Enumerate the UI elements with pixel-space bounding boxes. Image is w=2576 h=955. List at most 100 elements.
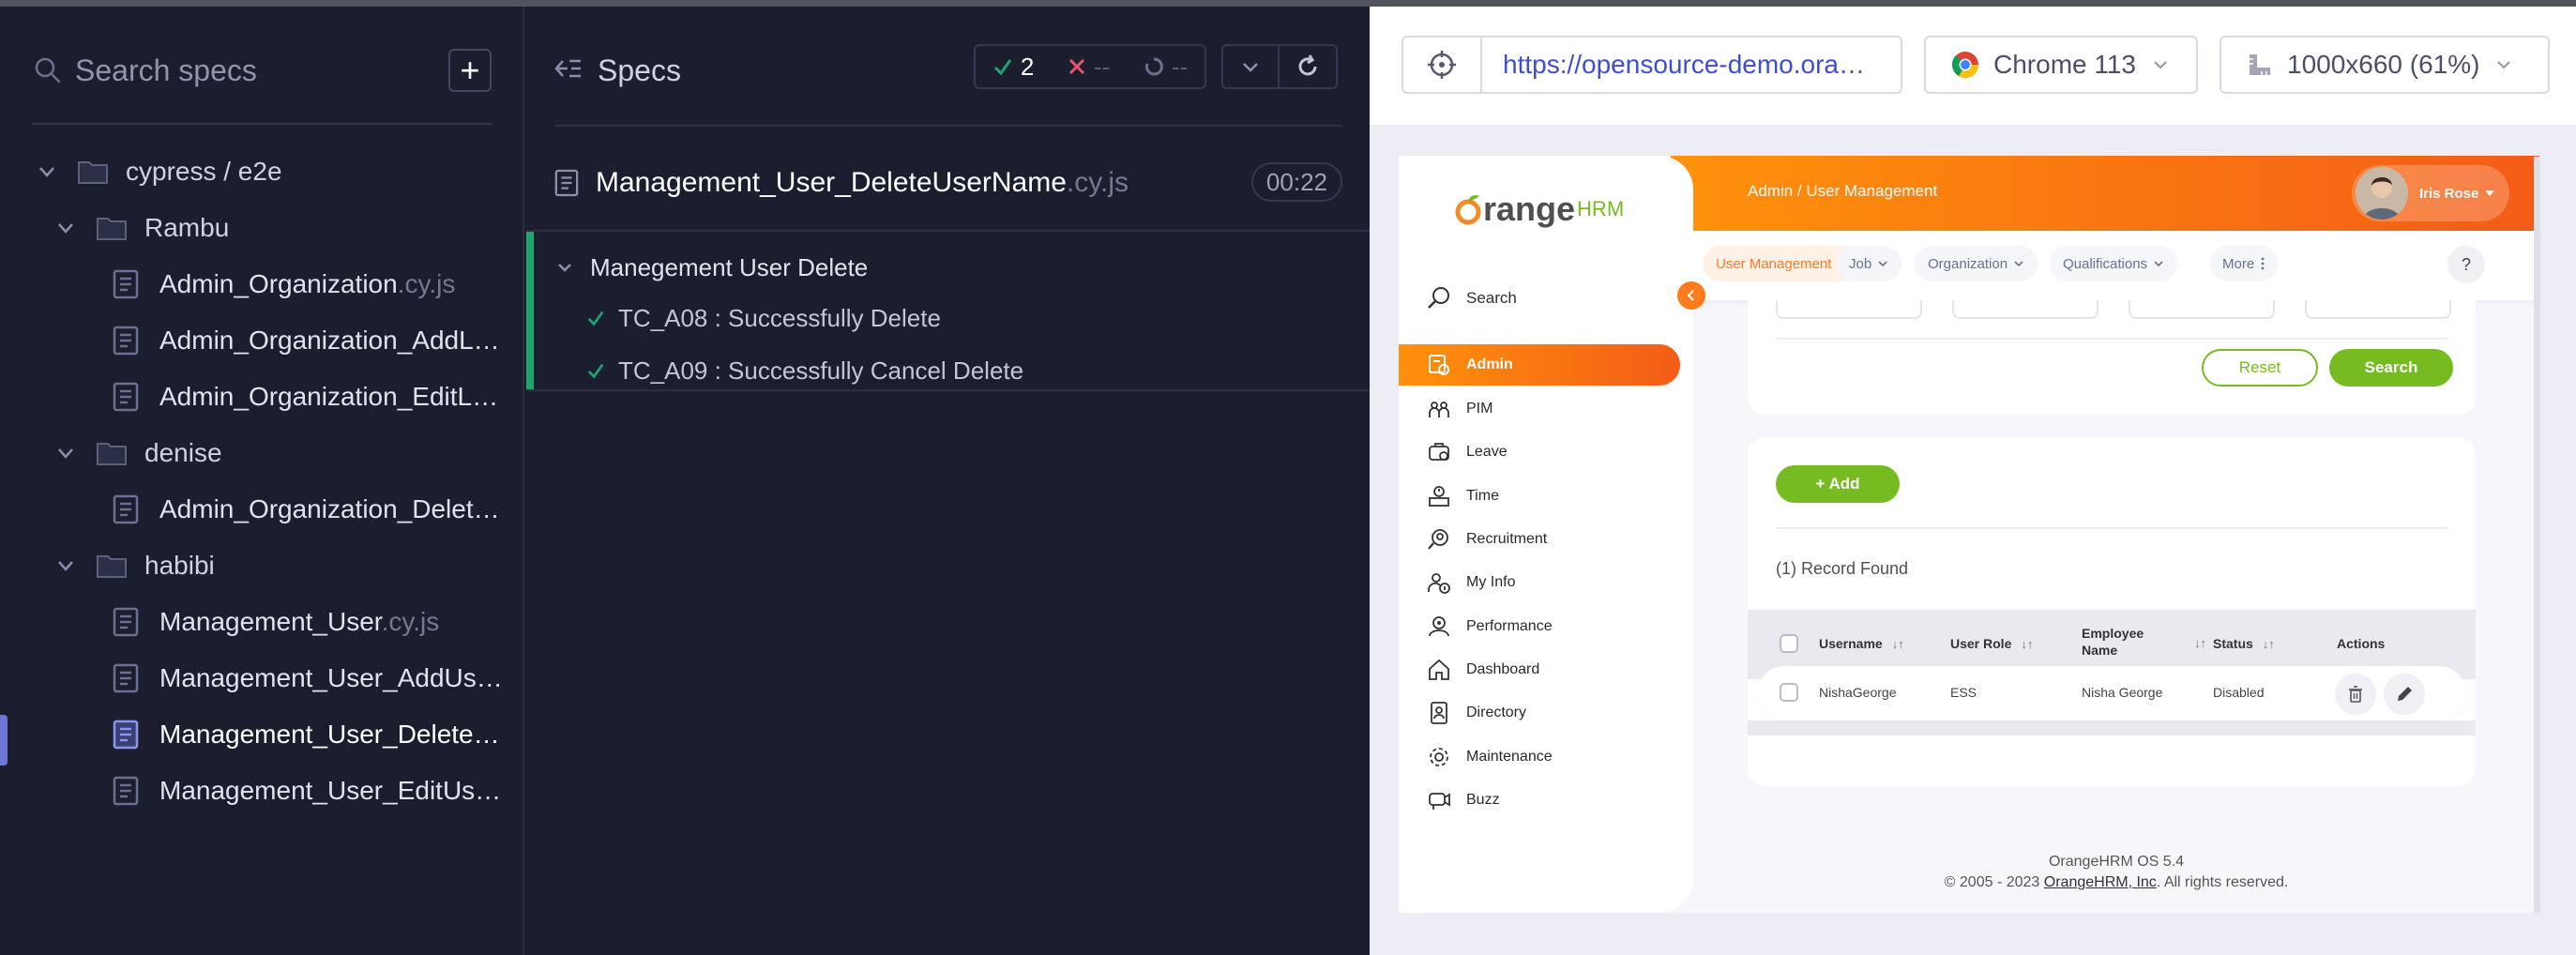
tree-file[interactable]: Management_User_AddUs… bbox=[113, 652, 503, 705]
tree-file[interactable]: Admin_Organization_EditL… bbox=[113, 371, 498, 423]
chevron-down-icon bbox=[34, 159, 60, 185]
tree-file-label: Admin_Organization_EditL… bbox=[159, 382, 499, 411]
user-dropdown[interactable]: Iris Rose bbox=[2352, 165, 2509, 221]
select-all-checkbox[interactable] bbox=[1780, 634, 1798, 653]
collapse-specs-icon[interactable] bbox=[554, 56, 583, 85]
running-spec: Management_User_DeleteUserName.cy.js 00:… bbox=[554, 157, 1342, 209]
tree-file-active[interactable]: Management_User_Delete… bbox=[113, 708, 500, 761]
reset-button[interactable]: Reset bbox=[2202, 349, 2318, 387]
active-spec-indicator bbox=[0, 715, 8, 766]
help-button[interactable]: ? bbox=[2447, 246, 2485, 283]
filter-status-select[interactable] bbox=[2305, 300, 2451, 319]
filter-username-field[interactable] bbox=[1776, 300, 1922, 319]
sidebar-item-admin[interactable]: Admin bbox=[1399, 344, 1680, 386]
filter-employee-field[interactable] bbox=[2129, 300, 2275, 319]
viewport-label: 1000x660 (61%) bbox=[2287, 50, 2480, 79]
folder-icon bbox=[77, 159, 109, 185]
sidebar-item-leave[interactable]: Leave bbox=[1399, 432, 1680, 473]
pending-icon bbox=[1144, 57, 1163, 76]
viewport-select[interactable]: 1000x660 (61%) bbox=[2220, 36, 2550, 94]
failed-count: -- bbox=[1068, 53, 1110, 82]
sidebar-item-maintenance[interactable]: Maintenance bbox=[1399, 736, 1680, 778]
test-row[interactable]: TC_A09 : Successfully Cancel Delete bbox=[586, 352, 1023, 389]
tree-file-label: Management_User_AddUs… bbox=[159, 663, 503, 692]
expand-collapse-button[interactable] bbox=[1221, 44, 1280, 89]
browser-select[interactable]: Chrome 113 bbox=[1924, 36, 2198, 94]
footer-version: OrangeHRM OS 5.4 bbox=[2048, 854, 2185, 870]
chevron-down-icon bbox=[1243, 63, 1258, 72]
test-title: TC_A08 : Successfully Delete bbox=[618, 303, 941, 332]
sidebar-collapse-button[interactable] bbox=[1677, 281, 1705, 310]
tab-qualifications[interactable]: Qualifications bbox=[2050, 246, 2178, 281]
aut-url[interactable]: https://opensource-demo.ora… bbox=[1503, 50, 1887, 80]
add-user-button[interactable]: + Add bbox=[1776, 465, 1900, 503]
file-icon bbox=[554, 169, 579, 197]
col-status[interactable]: Status ↓↑ bbox=[2213, 636, 2275, 651]
new-spec-button[interactable]: + bbox=[448, 49, 492, 92]
sidebar-search[interactable]: Search bbox=[1425, 280, 1669, 317]
sidebar-item-dashboard[interactable]: Dashboard bbox=[1399, 649, 1680, 690]
reporter-title: Specs bbox=[598, 53, 681, 87]
filter-role-select[interactable] bbox=[1952, 300, 2099, 319]
sidebar-item-performance[interactable]: Performance bbox=[1399, 606, 1680, 647]
filter-divider bbox=[1776, 338, 2447, 340]
tree-folder-root[interactable]: cypress / e2e bbox=[34, 145, 282, 198]
file-icon bbox=[113, 326, 139, 356]
tree-file[interactable]: Admin_Organization_AddL… bbox=[113, 314, 500, 367]
rerun-button[interactable] bbox=[1280, 44, 1338, 89]
tree-file[interactable]: Admin_Organization_Delet… bbox=[113, 483, 500, 536]
check-icon bbox=[993, 59, 1012, 76]
search-button[interactable]: Search bbox=[2329, 349, 2453, 387]
table-row[interactable]: NishaGeorge ESS Nisha George Disabled bbox=[1757, 666, 2466, 720]
col-username[interactable]: Username ↓↑ bbox=[1819, 636, 1904, 651]
tree-folder-denise[interactable]: denise bbox=[53, 427, 222, 479]
footer-link[interactable]: OrangeHRM, Inc bbox=[2044, 874, 2157, 890]
sidebar-item-time[interactable]: Time bbox=[1399, 476, 1680, 517]
sort-icon: ↓↑ bbox=[2021, 636, 2034, 651]
file-icon bbox=[113, 663, 139, 693]
file-icon bbox=[113, 607, 139, 637]
row-checkbox[interactable] bbox=[1780, 683, 1798, 705]
orangehrm-logo: range HRM bbox=[1455, 189, 1624, 229]
delete-button[interactable] bbox=[2335, 674, 2376, 715]
tree-file[interactable]: Admin_Organization.cy.js bbox=[113, 258, 455, 311]
sidebar-item-buzz[interactable]: Buzz bbox=[1399, 780, 1680, 821]
tree-folder-habibi[interactable]: habibi bbox=[53, 539, 215, 592]
breadcrumb: Admin / User Management bbox=[1748, 182, 1938, 200]
sidebar-item-recruitment[interactable]: Recruitment bbox=[1399, 519, 1680, 560]
suite-row[interactable]: Manegement User Delete bbox=[556, 249, 868, 286]
spec-name: Management_User_DeleteUserName.cy.js bbox=[596, 167, 1129, 198]
selector-playground-button[interactable] bbox=[1403, 38, 1482, 92]
tab-organization[interactable]: Organization bbox=[1915, 246, 2038, 281]
aut-scrollbar[interactable] bbox=[2534, 157, 2540, 913]
col-user-role[interactable]: User Role ↓↑ bbox=[1950, 636, 2033, 651]
tree-file[interactable]: Management_User_EditUs… bbox=[113, 765, 501, 817]
col-employee-name[interactable]: Employee Name bbox=[2082, 625, 2147, 659]
test-title: TC_A09 : Successfully Cancel Delete bbox=[618, 356, 1024, 385]
cell-status: Disabled bbox=[2213, 685, 2265, 700]
tab-job[interactable]: Job bbox=[1836, 246, 1902, 281]
tree-file[interactable]: Management_User.cy.js bbox=[113, 596, 439, 648]
search-icon bbox=[1428, 287, 1449, 309]
tree-file-label: Management_User_EditUs… bbox=[159, 776, 502, 805]
tree-file-label: Admin_Organization.cy.js bbox=[159, 269, 456, 298]
performance-icon bbox=[1425, 613, 1453, 641]
file-icon bbox=[113, 776, 139, 806]
sidebar-item-my-info[interactable]: My Info bbox=[1399, 562, 1680, 603]
tree-file-label: Admin_Organization_Delet… bbox=[159, 494, 500, 523]
sidebar-item-directory[interactable]: Directory bbox=[1399, 692, 1680, 734]
browser-label: Chrome 113 bbox=[1993, 50, 2137, 79]
edit-button[interactable] bbox=[2384, 674, 2425, 715]
col-employee-sort[interactable]: ↓↑ bbox=[2185, 636, 2206, 650]
chevron-down-icon bbox=[2154, 261, 2163, 267]
tree-folder-rambu[interactable]: Rambu bbox=[53, 202, 229, 254]
spec-list-panel: Search specs + cypress / e2e Rambu Admin… bbox=[0, 7, 524, 955]
crosshair-icon bbox=[1428, 51, 1456, 79]
spec-search-input[interactable]: Search specs bbox=[75, 53, 448, 88]
records-found: (1) Record Found bbox=[1776, 559, 1909, 578]
tab-more[interactable]: More bbox=[2209, 246, 2280, 281]
spec-duration: 00:22 bbox=[1250, 162, 1342, 202]
sidebar-item-pim[interactable]: PIM bbox=[1399, 388, 1680, 430]
url-group: https://opensource-demo.ora… bbox=[1402, 36, 1902, 94]
test-row[interactable]: TC_A08 : Successfully Delete bbox=[586, 299, 941, 337]
